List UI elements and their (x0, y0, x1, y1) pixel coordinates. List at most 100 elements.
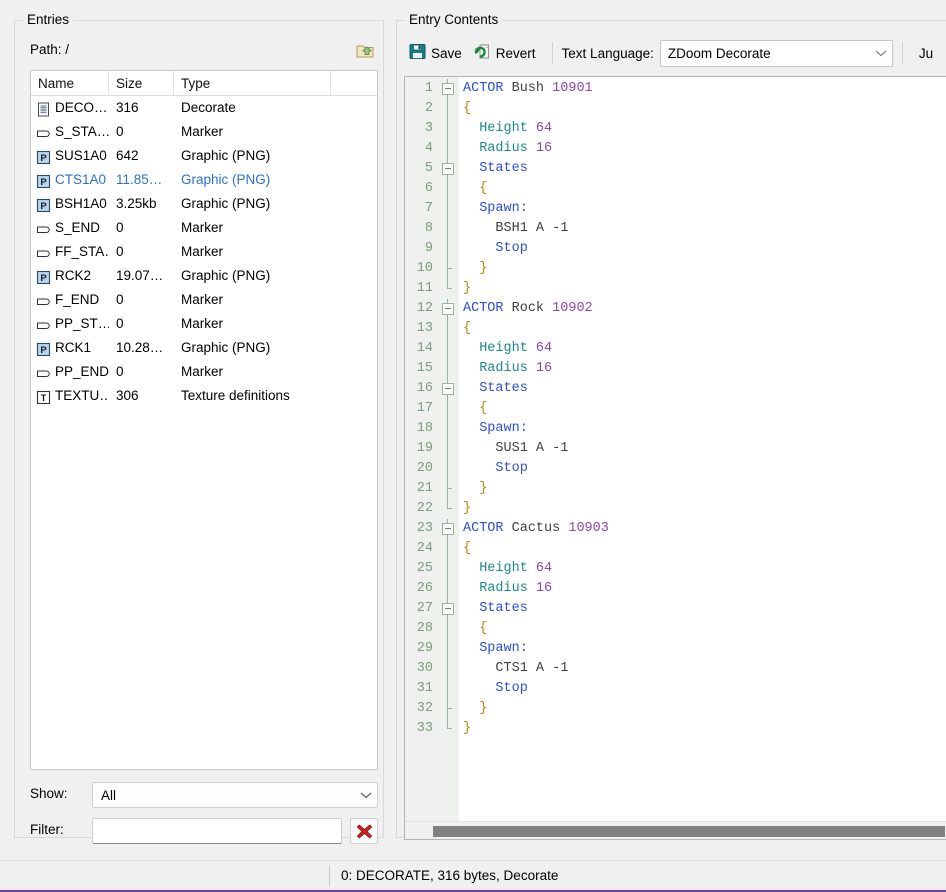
fold-marker (439, 419, 459, 439)
table-row[interactable]: PP_END 0 Marker (31, 360, 377, 384)
entry-extra-cell (331, 144, 377, 168)
line-number: 23 (416, 521, 433, 536)
save-button[interactable]: Save (404, 40, 469, 66)
table-row[interactable]: P BSH1A0 3.25kb Graphic (PNG) (31, 192, 377, 216)
column-header-size[interactable]: Size (109, 71, 174, 96)
table-row[interactable]: S_END 0 Marker (31, 216, 377, 240)
entry-size-cell: 0 (116, 292, 124, 307)
code-token: Spawn: (479, 641, 528, 656)
code-text-area[interactable]: ACTOR Bush 10901 { Height 64 Radius 16 St… (459, 77, 946, 821)
code-token: 16 (535, 581, 553, 596)
table-row[interactable]: S_STA… 0 Marker (31, 120, 377, 144)
code-token: 16 (535, 361, 553, 376)
code-token: CTS1 A -1 (495, 661, 569, 676)
line-number: 26 (416, 581, 433, 596)
code-line: Height 64 (463, 119, 946, 139)
column-header-extra[interactable] (331, 71, 377, 96)
entry-extra-cell (331, 264, 377, 288)
table-row[interactable]: DECO… 316 Decorate (31, 96, 377, 120)
code-token: ACTOR (463, 521, 504, 536)
entry-extra-cell (331, 336, 377, 360)
entries-panel: Entries Path: / Name Size Type DECO… 316 D… (14, 10, 384, 844)
line-number: 13 (416, 321, 433, 336)
horizontal-scrollbar[interactable] (405, 821, 946, 839)
line-number: 12 (416, 301, 433, 316)
entry-extra-cell (331, 360, 377, 384)
table-row[interactable]: P RCK1 10.28… Graphic (PNG) (31, 336, 377, 360)
code-line: } (463, 279, 946, 299)
entry-size-cell: 306 (116, 388, 139, 403)
code-line: ACTOR Cactus 10903 (463, 519, 946, 539)
entry-name-label: TEXTU… (55, 388, 109, 403)
entry-type-cell: Marker (181, 220, 224, 235)
filter-input[interactable] (92, 818, 342, 844)
code-line: States (463, 379, 946, 399)
revert-button[interactable]: Revert (469, 40, 543, 66)
up-folder-icon[interactable] (352, 38, 378, 64)
fold-marker (439, 439, 459, 459)
table-row[interactable]: P SUS1A0 642 Graphic (PNG) (31, 144, 377, 168)
entry-size-cell: 10.28… (116, 340, 164, 355)
code-token: } (479, 481, 488, 496)
red-x-clear-icon[interactable] (350, 818, 378, 844)
texture-definitions-icon: T (36, 389, 51, 404)
code-editor[interactable]: 1 2 3 4 5 6 7 8 9 10 11 12 13 14 15 16 17 18 19 20 21 22 23 24 2… (404, 76, 946, 840)
entry-name-label: PP_END (55, 364, 109, 379)
table-row[interactable]: FF_STA… 0 Marker (31, 240, 377, 264)
code-line: CTS1 A -1 (463, 659, 946, 679)
fold-marker[interactable] (439, 379, 459, 399)
code-line: { (463, 319, 946, 339)
code-token: States (479, 601, 528, 616)
text-language-dropdown[interactable]: ZDoom Decorate (659, 39, 893, 67)
code-token: } (463, 721, 472, 736)
table-row[interactable]: F_END 0 Marker (31, 288, 377, 312)
fold-marker[interactable] (439, 519, 459, 539)
marker-icon (36, 365, 51, 380)
show-filter-dropdown[interactable]: All (92, 782, 378, 808)
code-token: BSH1 A -1 (495, 221, 569, 236)
code-token: Spawn: (479, 421, 528, 436)
fold-marker[interactable] (439, 299, 459, 319)
table-row[interactable]: P RCK2 19.07… Graphic (PNG) (31, 264, 377, 288)
line-number: 28 (416, 621, 433, 636)
entry-list[interactable]: Name Size Type DECO… 316 Decorate S_STA… 0 Ma… (30, 70, 378, 770)
table-row[interactable]: PP_ST… 0 Marker (31, 312, 377, 336)
fold-marker[interactable] (439, 599, 459, 619)
code-line: } (463, 499, 946, 519)
code-token: Height (479, 121, 528, 136)
code-token: Radius (479, 581, 528, 596)
code-fold-gutter[interactable] (439, 77, 459, 821)
column-header-name[interactable]: Name (31, 71, 109, 96)
horizontal-scrollbar-thumb[interactable] (433, 826, 945, 837)
table-row[interactable]: T TEXTU… 306 Texture definitions (31, 384, 377, 408)
table-row[interactable]: P CTS1A0 11.85… Graphic (PNG) (31, 168, 377, 192)
entry-size-cell: 0 (116, 124, 124, 139)
line-number: 4 (424, 141, 433, 156)
code-line: { (463, 539, 946, 559)
line-number: 7 (424, 201, 433, 216)
code-line: { (463, 179, 946, 199)
jump-to-button[interactable]: Ju (912, 40, 940, 66)
entry-name-cell: P RCK2 (31, 264, 109, 288)
entry-size-cell: 11.85… (116, 172, 163, 187)
filter-label: Filter: (30, 822, 64, 837)
entry-size-cell: 3.25kb (116, 196, 157, 211)
fold-marker[interactable] (439, 159, 459, 179)
fold-marker (439, 399, 459, 419)
fold-marker[interactable] (439, 79, 459, 99)
code-token: } (479, 701, 488, 716)
column-header-type[interactable]: Type (174, 71, 331, 96)
marker-icon (36, 293, 51, 308)
fold-marker (439, 219, 459, 239)
line-number: 18 (416, 421, 433, 436)
entry-type-cell: Decorate (181, 100, 236, 115)
entry-extra-cell (331, 192, 377, 216)
